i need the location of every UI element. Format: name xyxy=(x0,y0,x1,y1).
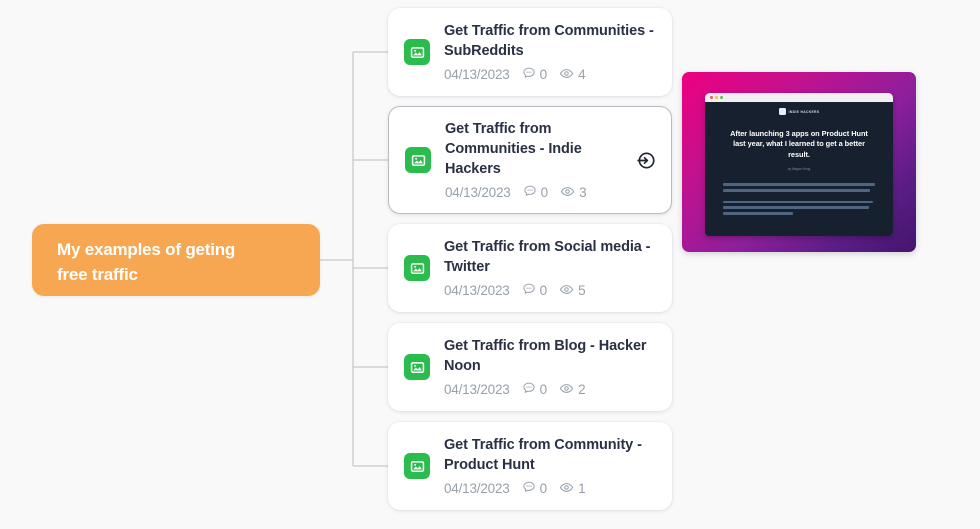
image-icon xyxy=(404,39,430,65)
preview-browser-chrome xyxy=(705,93,893,102)
view-count-group: 4 xyxy=(559,66,586,84)
card-meta: 04/13/2023 0 xyxy=(444,480,658,498)
preview-byline: by Megan Hong xyxy=(787,167,811,172)
comment-count: 0 xyxy=(539,481,548,496)
card-date: 04/13/2023 xyxy=(444,67,510,82)
image-icon xyxy=(405,147,431,173)
brand-name: INDIE HACKERS xyxy=(788,109,820,114)
view-count: 4 xyxy=(578,67,586,82)
comment-count-group: 0 xyxy=(522,66,548,83)
mindmap-card[interactable]: Get Traffic from Communities - SubReddit… xyxy=(388,8,672,96)
comment-icon xyxy=(522,66,536,83)
image-icon xyxy=(404,255,430,281)
root-node[interactable]: My examples of geting free traffic xyxy=(32,224,320,296)
image-icon xyxy=(404,453,430,479)
card-meta: 04/13/2023 0 xyxy=(444,381,658,399)
card-meta: 04/13/2023 0 xyxy=(444,66,658,84)
preview-headline: After launching 3 apps on Product Hunt l… xyxy=(730,129,868,159)
comment-count: 0 xyxy=(539,67,548,82)
card-meta: 04/13/2023 0 xyxy=(444,282,658,300)
comment-icon xyxy=(523,184,537,201)
card-date: 04/13/2023 xyxy=(444,283,510,298)
view-count: 3 xyxy=(579,185,587,200)
preview-page-content: INDIE HACKERS After launching 3 apps on … xyxy=(705,102,893,236)
comment-count-group: 0 xyxy=(522,381,548,398)
card-title: Get Traffic from Blog - Hacker Noon xyxy=(444,337,647,374)
card-title: Get Traffic from Communities - SubReddit… xyxy=(444,22,654,59)
root-node-label: My examples of geting free traffic xyxy=(57,240,236,284)
comment-count: 0 xyxy=(540,185,549,200)
eye-icon xyxy=(559,381,574,399)
window-close-dot xyxy=(710,96,713,99)
window-minimize-dot xyxy=(715,96,718,99)
card-date: 04/13/2023 xyxy=(445,185,511,200)
comment-icon xyxy=(522,282,536,299)
card-title: Get Traffic from Social media - Twitter xyxy=(444,238,651,275)
preview-browser-window: INDIE HACKERS After launching 3 apps on … xyxy=(705,93,893,236)
mindmap-card-selected[interactable]: Get Traffic from Communities - Indie Hac… xyxy=(388,106,672,214)
comment-count: 0 xyxy=(539,382,548,397)
view-count-group: 3 xyxy=(560,184,587,202)
comment-icon xyxy=(522,480,536,497)
preview-body-text xyxy=(719,183,879,215)
eye-icon xyxy=(559,66,574,84)
brand-logo-icon xyxy=(778,108,786,115)
mindmap-card[interactable]: Get Traffic from Blog - Hacker Noon 04/1… xyxy=(388,323,672,411)
comment-count-group: 0 xyxy=(522,480,548,497)
preview-brand: INDIE HACKERS xyxy=(719,108,879,115)
view-count: 5 xyxy=(578,283,586,298)
enter-arrow-icon[interactable] xyxy=(633,148,657,172)
card-title: Get Traffic from Communities - Indie Hac… xyxy=(445,120,582,177)
view-count: 1 xyxy=(578,481,586,496)
preview-thumbnail[interactable]: INDIE HACKERS After launching 3 apps on … xyxy=(682,72,916,252)
card-date: 04/13/2023 xyxy=(444,481,510,496)
eye-icon xyxy=(559,480,574,498)
card-title: Get Traffic from Community - Product Hun… xyxy=(444,436,642,473)
mindmap-card[interactable]: Get Traffic from Community - Product Hun… xyxy=(388,422,672,510)
eye-icon xyxy=(559,282,574,300)
view-count: 2 xyxy=(578,382,586,397)
view-count-group: 1 xyxy=(559,480,586,498)
mindmap-canvas[interactable]: My examples of geting free traffic Get T… xyxy=(0,0,980,529)
image-icon xyxy=(404,354,430,380)
eye-icon xyxy=(560,184,575,202)
comment-count: 0 xyxy=(539,283,548,298)
view-count-group: 2 xyxy=(559,381,586,399)
comment-count-group: 0 xyxy=(523,184,549,201)
view-count-group: 5 xyxy=(559,282,586,300)
comment-icon xyxy=(522,381,536,398)
comment-count-group: 0 xyxy=(522,282,548,299)
mindmap-card[interactable]: Get Traffic from Social media - Twitter … xyxy=(388,224,672,312)
card-meta: 04/13/2023 0 xyxy=(445,184,623,202)
card-date: 04/13/2023 xyxy=(444,382,510,397)
window-maximize-dot xyxy=(720,96,723,99)
